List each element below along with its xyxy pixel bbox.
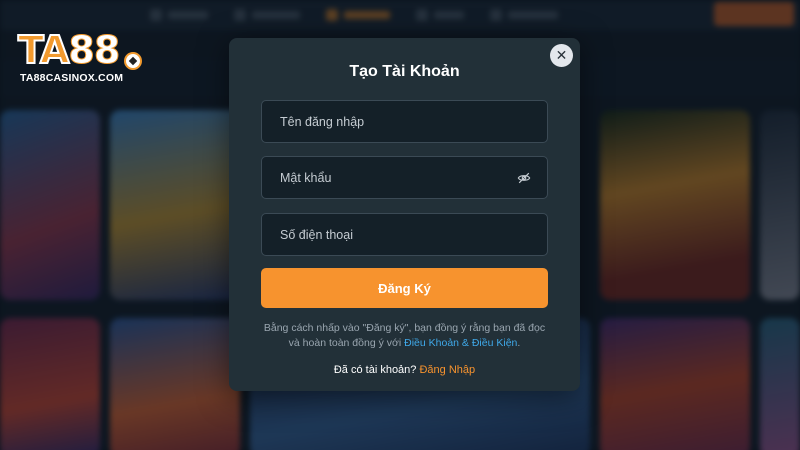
logo-site-url: TA88CASINOX.COM — [20, 72, 124, 84]
brand-logo: TA 88 TA88CASINOX.COM — [17, 27, 148, 88]
logo-number: 88 — [68, 28, 121, 73]
eye-slash-icon[interactable] — [517, 171, 531, 185]
register-modal: Tạo Tài Khoản Đăng Ký Bằng cách nhấp vào… — [229, 38, 580, 391]
terms-notice: Bằng cách nhấp vào "Đăng ký", bạn đồng ý… — [259, 321, 550, 351]
password-input[interactable] — [280, 170, 500, 185]
logo-prefix: TA — [17, 27, 70, 73]
phone-input[interactable] — [280, 227, 500, 242]
username-input[interactable] — [280, 114, 500, 129]
password-field[interactable] — [261, 156, 548, 199]
login-prompt-text: Đã có tài khoản? — [333, 364, 417, 376]
terms-end: . — [517, 337, 521, 349]
register-button[interactable]: Đăng Ký — [261, 268, 548, 308]
terms-link[interactable]: Điều Khoản & Điều Kiện — [404, 337, 517, 349]
login-link[interactable]: Đăng Nhập — [419, 364, 475, 376]
close-icon: ✕ — [555, 47, 568, 63]
login-prompt-row: Đã có tài khoản? Đăng Nhập — [229, 364, 580, 376]
username-field[interactable] — [261, 100, 548, 143]
phone-field[interactable] — [261, 213, 548, 256]
soccer-ball-icon — [124, 52, 142, 70]
logo-mark: TA 88 — [17, 27, 121, 73]
modal-title: Tạo Tài Khoản — [349, 63, 460, 80]
close-button[interactable]: ✕ — [550, 44, 573, 67]
